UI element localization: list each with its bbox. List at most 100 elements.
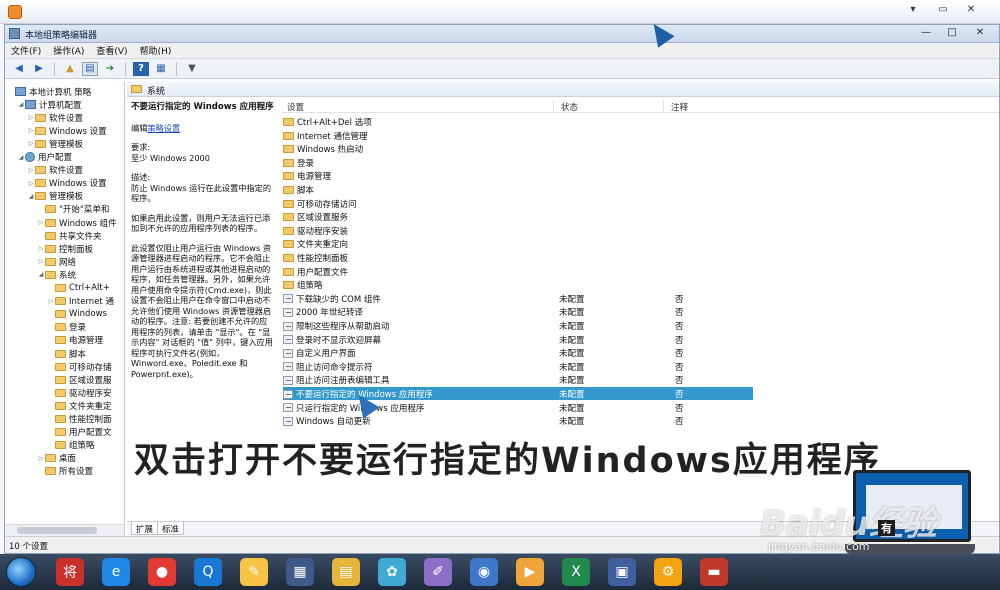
column-state[interactable]: 状态 — [561, 101, 578, 113]
folder-row[interactable]: Internet 通信管理 — [283, 129, 753, 142]
collapsed-arrow-icon[interactable]: ▷ — [27, 140, 35, 147]
tree-item[interactable]: 组策略 — [47, 439, 95, 452]
tree-item[interactable]: ▷ Internet 通 — [47, 295, 114, 308]
column-setting[interactable]: 设置 — [287, 101, 304, 113]
up-folder-icon[interactable]: ▲ — [62, 62, 78, 76]
folder-row[interactable]: Ctrl+Alt+Del 选项 — [283, 115, 753, 128]
expanded-arrow-icon[interactable]: ◢ — [17, 154, 25, 161]
outer-close-button[interactable]: ✕ — [964, 4, 978, 16]
tree-item[interactable]: ▷ Windows 设置 — [27, 124, 107, 137]
folder-row[interactable]: Windows 热启动 — [283, 142, 753, 155]
folder-row[interactable]: 区域设置服务 — [283, 210, 753, 223]
policy-row[interactable]: 阻止访问注册表编辑工具 未配置 否 — [283, 373, 753, 386]
folder-icon[interactable]: ▤ — [332, 558, 360, 586]
edit-policy-link[interactable]: 策略设置 — [147, 123, 180, 133]
filter-icon[interactable]: ▼ — [184, 62, 200, 76]
monitor-icon[interactable]: ▣ — [608, 558, 636, 586]
folder-row[interactable]: 脚本 — [283, 183, 753, 196]
collapsed-arrow-icon[interactable]: ▷ — [27, 180, 35, 187]
tree-item[interactable]: ▷ 软件设置 — [27, 164, 83, 177]
tree-item[interactable]: 文件夹重定 — [47, 399, 112, 412]
tree-item[interactable]: ◢ 系统 — [37, 268, 76, 281]
scrollbar-thumb[interactable] — [17, 527, 97, 534]
expanded-arrow-icon[interactable]: ◢ — [37, 271, 45, 278]
policy-row[interactable]: 登录时不显示欢迎屏幕 未配置 否 — [283, 333, 753, 346]
folder-row[interactable]: 文件夹重定向 — [283, 237, 753, 250]
collapsed-arrow-icon[interactable]: ▷ — [27, 114, 35, 121]
menu-help[interactable]: 帮助(H) — [140, 44, 172, 57]
qq-icon[interactable]: Q — [194, 558, 222, 586]
properties-icon[interactable]: ▦ — [153, 62, 169, 76]
tree-item[interactable]: 登录 — [47, 321, 86, 334]
tree-item[interactable]: ▷ Windows 设置 — [27, 177, 107, 190]
policy-row[interactable]: 阻止访问命令提示符 未配置 否 — [283, 360, 753, 373]
column-comment[interactable]: 注释 — [671, 101, 688, 113]
notes-icon[interactable]: ✎ — [240, 558, 268, 586]
tree-item[interactable]: ◢ 用户配置 — [17, 151, 72, 164]
folder-row[interactable]: 组策略 — [283, 278, 753, 291]
export-list-icon[interactable]: ➜ — [102, 62, 118, 76]
collapsed-arrow-icon[interactable]: ▷ — [47, 298, 55, 305]
outer-maximize-button[interactable]: ▭ — [936, 4, 950, 16]
tree-item[interactable]: ▷ 管理模板 — [27, 137, 83, 150]
tree-item[interactable]: 共享文件夹 — [37, 229, 102, 242]
menu-file[interactable]: 文件(F) — [11, 44, 41, 57]
tree-item[interactable]: Windows — [47, 308, 107, 321]
folder-row[interactable]: 用户配置文件 — [283, 265, 753, 278]
expanded-arrow-icon[interactable]: ◢ — [27, 193, 35, 200]
policy-row[interactable]: 限制这些程序从帮助启动 未配置 否 — [283, 319, 753, 332]
tree-item[interactable]: Ctrl+Alt+ — [47, 282, 110, 295]
player-icon[interactable]: ▶ — [516, 558, 544, 586]
menu-action[interactable]: 操作(A) — [53, 44, 84, 57]
tree-item[interactable]: 本地计算机 策略 — [7, 85, 91, 98]
close-button[interactable]: ✕ — [971, 27, 989, 40]
help-icon[interactable]: ? — [133, 61, 149, 76]
tree-item[interactable]: ▷ 软件设置 — [27, 111, 83, 124]
policy-row[interactable]: 自定义用户界面 未配置 否 — [283, 346, 753, 359]
back-arrow-icon[interactable]: ◀ — [11, 62, 27, 76]
forward-arrow-icon[interactable]: ▶ — [31, 62, 47, 76]
folder-row[interactable]: 可移动存储访问 — [283, 197, 753, 210]
collapsed-arrow-icon[interactable]: ▷ — [37, 455, 45, 462]
tree-item[interactable]: 区域设置服 — [47, 373, 112, 386]
tree-item[interactable]: 所有设置 — [37, 465, 93, 478]
outer-minimize-button[interactable]: ▾ — [906, 4, 920, 16]
collapsed-arrow-icon[interactable]: ▷ — [27, 167, 35, 174]
show-tree-icon[interactable]: ▤ — [82, 61, 98, 76]
start-orb-icon[interactable] — [6, 557, 36, 587]
ie-browser-icon[interactable]: e — [102, 558, 130, 586]
app-circle-icon[interactable]: ◉ — [470, 558, 498, 586]
tab-standard[interactable]: 标准 — [157, 522, 185, 535]
tree-item[interactable]: 性能控制面 — [47, 413, 112, 426]
column-divider[interactable] — [663, 100, 664, 112]
collapsed-arrow-icon[interactable]: ▷ — [27, 127, 35, 134]
tree-item[interactable]: ▷ Windows 组件 — [37, 216, 117, 229]
toolbox-icon[interactable]: ▬ — [700, 558, 728, 586]
tree-item[interactable]: 用户配置文 — [47, 426, 112, 439]
media-icon[interactable]: ▦ — [286, 558, 314, 586]
folder-row[interactable]: 性能控制面板 — [283, 251, 753, 264]
collapsed-arrow-icon[interactable]: ▷ — [37, 258, 45, 265]
collapsed-arrow-icon[interactable]: ▷ — [37, 219, 45, 226]
settings-gear-icon[interactable]: ⚙ — [654, 558, 682, 586]
chrome-icon[interactable]: ● — [148, 558, 176, 586]
tree-item[interactable]: ▷ 桌面 — [37, 452, 76, 465]
collapsed-arrow-icon[interactable]: ▷ — [37, 245, 45, 252]
policy-row[interactable]: 下载缺少的 COM 组件 未配置 否 — [283, 292, 753, 305]
pinwheel-icon[interactable]: ✿ — [378, 558, 406, 586]
paint-icon[interactable]: ✐ — [424, 558, 452, 586]
policy-row[interactable]: Windows 自动更新 未配置 否 — [283, 414, 753, 427]
policy-row[interactable]: 2000 年世纪转译 未配置 否 — [283, 305, 753, 318]
expanded-arrow-icon[interactable]: ◢ — [17, 101, 25, 108]
tree-item[interactable]: 电源管理 — [47, 334, 103, 347]
tree-item[interactable]: 脚本 — [47, 347, 86, 360]
menu-view[interactable]: 查看(V) — [96, 44, 127, 57]
tree-item[interactable]: 驱动程序安 — [47, 386, 112, 399]
column-divider[interactable] — [553, 100, 554, 112]
maximize-button[interactable]: □ — [943, 27, 961, 40]
tree-item[interactable]: "开始"菜单和 — [37, 203, 109, 216]
folder-row[interactable]: 登录 — [283, 156, 753, 169]
tree-item[interactable]: ▷ 网络 — [37, 255, 76, 268]
tree-item[interactable]: ▷ 控制面板 — [37, 242, 93, 255]
excel-icon[interactable]: X — [562, 558, 590, 586]
